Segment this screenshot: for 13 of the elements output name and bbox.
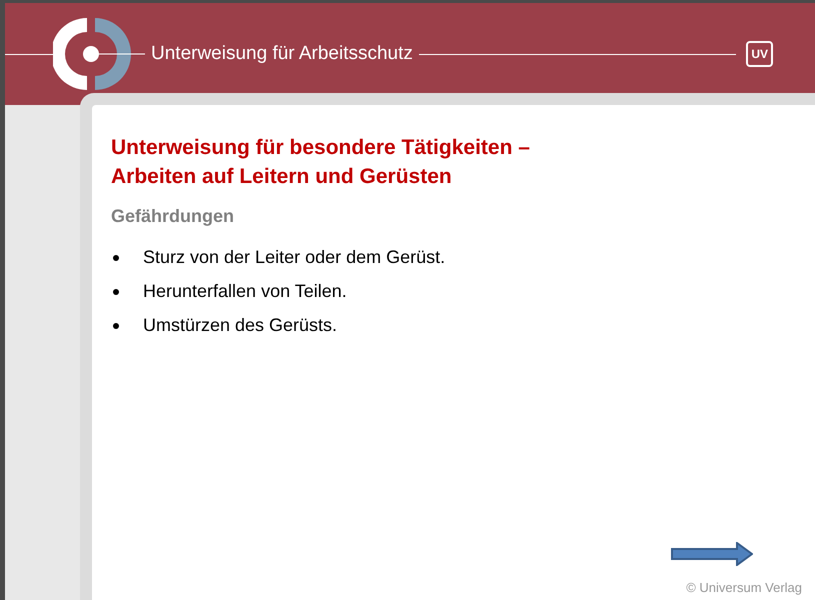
header-title: Unterweisung für Arbeitsschutz [150,42,414,66]
bullet-text: Sturz von der Leiter oder dem Gerüst. [143,246,446,269]
bullet-icon [113,254,119,260]
publisher-logo: UV [746,41,773,67]
bullet-text: Herunterfallen von Teilen. [143,280,347,303]
bullet-icon [113,322,119,328]
slide-title: Unterweisung für besondere Tätigkeiten – [111,135,531,161]
copyright-text: © Universum Verlag [686,578,802,597]
next-arrow-icon[interactable] [671,542,753,566]
slide-subtitle: Gefährdungen [111,205,236,228]
bullet-icon [113,288,119,294]
slide-title: Arbeiten auf Leitern und Gerüsten [111,164,453,190]
bullet-text: Umstürzen des Gerüsts. [143,314,338,337]
